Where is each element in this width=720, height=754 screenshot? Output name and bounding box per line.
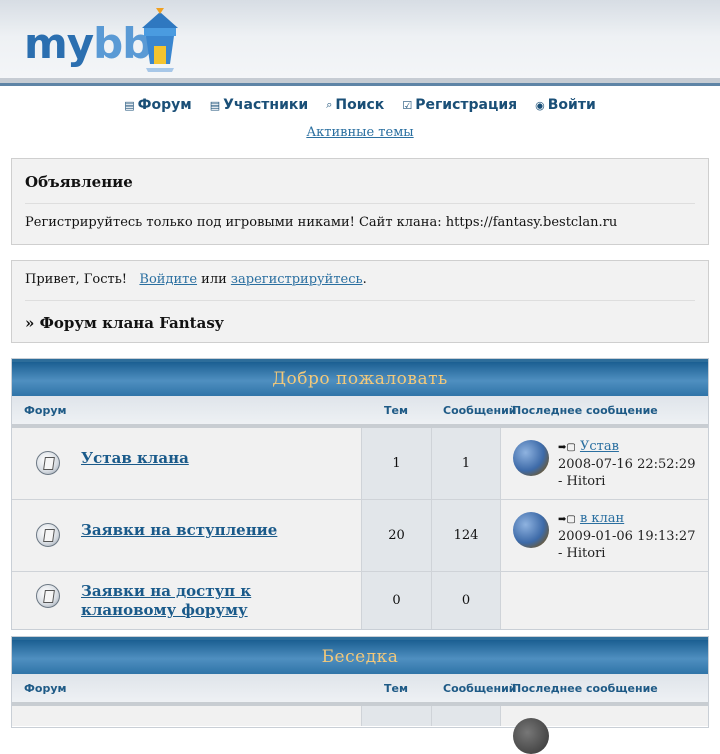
forum-link[interactable]: Заявки на вступление	[81, 521, 277, 540]
login-link[interactable]: Войдите	[139, 272, 197, 287]
mybb-logo[interactable]: mybb	[23, 6, 188, 74]
checkbox-icon: ☑	[402, 98, 413, 112]
nav-members[interactable]: ▤ Участники	[210, 95, 308, 115]
main-nav: ▤ Форум ▤ Участники ⌕ Поиск ☑ Регистрация ◉ В…	[0, 95, 720, 115]
last-post-link[interactable]: в клан	[580, 511, 624, 526]
forum-link[interactable]: Устав клана	[81, 449, 189, 468]
nav-login[interactable]: ◉ Войти	[535, 95, 596, 115]
category-title: Добро пожаловать	[12, 359, 708, 396]
goto-last-post-icon[interactable]: ➡▢	[558, 514, 576, 525]
category-welcome: Добро пожаловать Форум Тем Сообщений Пос…	[11, 358, 709, 630]
forum-row: Заявки на вступление 20 124 ➡▢ в клан 20…	[12, 500, 708, 572]
active-topics: Активные темы	[0, 125, 720, 140]
welcome-text: Привет, Гость! Войдите или зарегистрируй…	[25, 272, 367, 287]
login-icon: ◉	[535, 98, 545, 112]
forum-link[interactable]: Заявки на доступ к клановому форуму	[81, 582, 251, 620]
forum-read-icon	[36, 451, 60, 475]
register-link[interactable]: зарегистрируйтесь	[231, 272, 363, 287]
logo-house-icon	[142, 8, 178, 72]
active-topics-link[interactable]: Активные темы	[306, 125, 413, 140]
breadcrumb[interactable]: » Форум клана Fantasy	[25, 314, 224, 332]
goto-last-post-icon[interactable]: ➡▢	[558, 442, 576, 453]
forum-row: Устав клана 1 1 ➡▢ Устав 2008-07-16 22:5…	[12, 428, 708, 500]
nav-register[interactable]: ☑ Регистрация	[402, 95, 517, 115]
column-headers: Форум Тем Сообщений Последнее сообщение	[12, 674, 708, 706]
forum-row	[12, 706, 708, 754]
announcement-text: Регистрируйтесь только под игровыми ника…	[25, 215, 618, 230]
forum-read-icon	[36, 584, 60, 608]
list-icon: ▤	[209, 98, 221, 112]
announcement-title: Объявление	[25, 173, 133, 191]
avatar[interactable]	[513, 512, 549, 548]
welcome-box: Привет, Гость! Войдите или зарегистрируй…	[11, 260, 709, 343]
nav-search[interactable]: ⌕ Поиск	[326, 95, 384, 115]
header-banner: mybb	[0, 0, 720, 86]
list-icon: ▤	[124, 98, 135, 112]
search-icon: ⌕	[326, 98, 333, 111]
forum-read-icon	[36, 523, 60, 547]
last-post-link[interactable]: Устав	[580, 439, 619, 454]
announcement-box: Объявление Регистрируйтесь только под иг…	[11, 158, 709, 245]
column-headers: Форум Тем Сообщений Последнее сообщение	[12, 396, 708, 428]
avatar[interactable]	[513, 440, 549, 476]
forum-row: Заявки на доступ к клановому форуму 0 0	[12, 572, 708, 629]
avatar[interactable]	[513, 718, 549, 754]
category-gazebo: Беседка Форум Тем Сообщений Последнее со…	[11, 636, 709, 754]
nav-forum[interactable]: ▤ Форум	[124, 95, 192, 115]
category-title: Беседка	[12, 637, 708, 674]
